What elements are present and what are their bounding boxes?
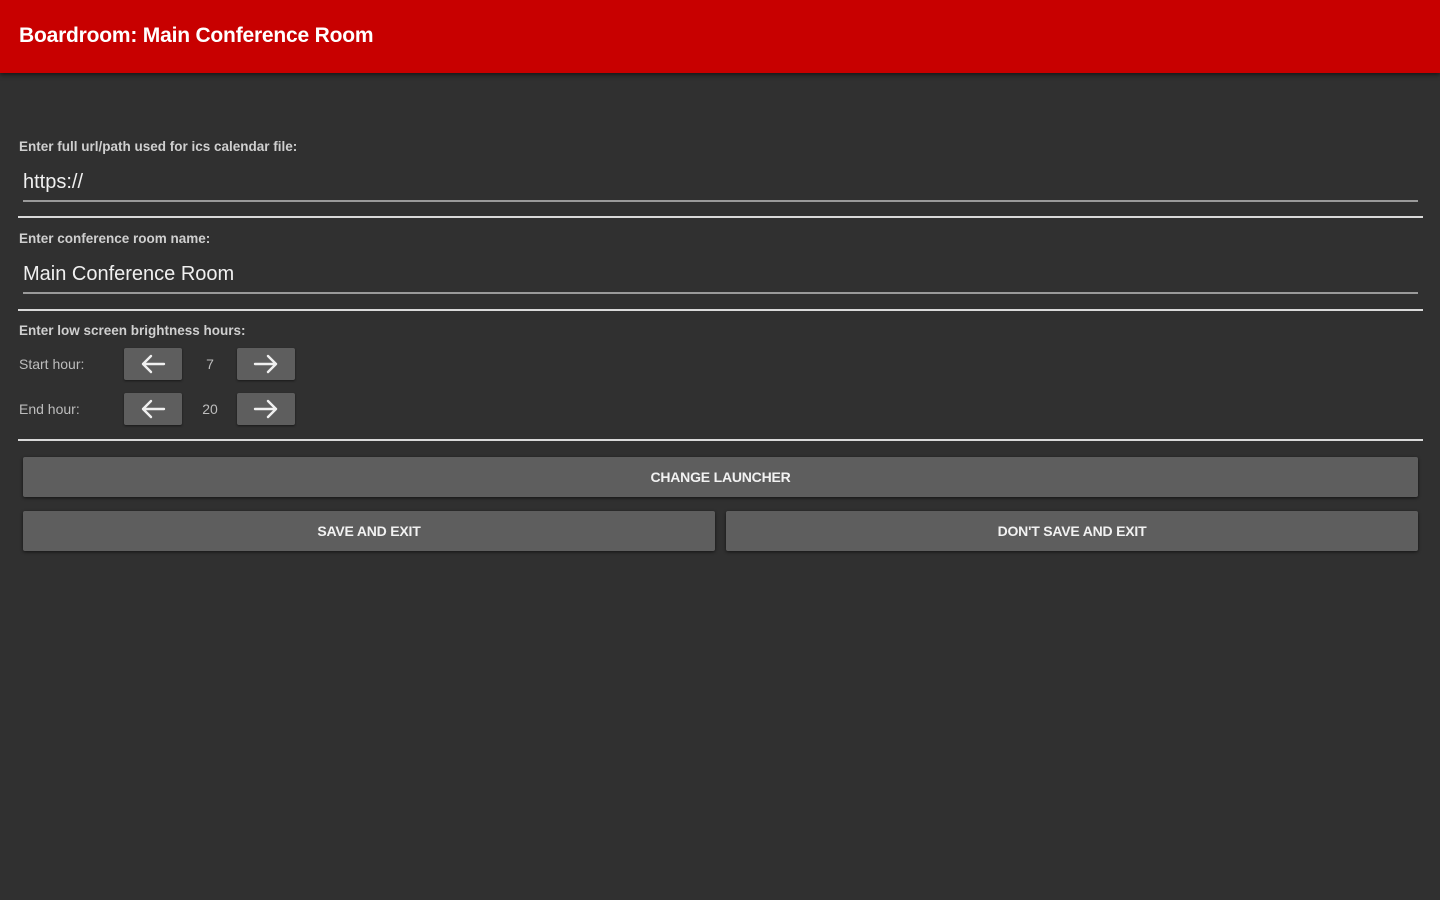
- start-hour-decrement-button[interactable]: [124, 348, 182, 380]
- divider: [18, 216, 1423, 218]
- brightness-label: Enter low screen brightness hours:: [19, 323, 246, 338]
- divider: [18, 439, 1423, 441]
- calendar-url-input[interactable]: [23, 166, 1418, 198]
- divider: [18, 309, 1423, 311]
- room-name-label: Enter conference room name:: [19, 231, 211, 246]
- end-hour-decrement-button[interactable]: [124, 393, 182, 425]
- dont-save-and-exit-button[interactable]: DON'T SAVE AND EXIT: [726, 511, 1418, 551]
- arrow-left-icon: [141, 399, 166, 419]
- room-name-field[interactable]: [23, 258, 1418, 294]
- save-and-exit-button[interactable]: SAVE AND EXIT: [23, 511, 715, 551]
- start-hour-value: 7: [206, 356, 214, 372]
- start-hour-increment-button[interactable]: [237, 348, 295, 380]
- calendar-url-field[interactable]: [23, 166, 1418, 202]
- room-name-input[interactable]: [23, 258, 1418, 290]
- change-launcher-button[interactable]: CHANGE LAUNCHER: [23, 457, 1418, 497]
- arrow-left-icon: [141, 354, 166, 374]
- end-hour-increment-button[interactable]: [237, 393, 295, 425]
- end-hour-label: End hour:: [19, 401, 80, 417]
- arrow-right-icon: [253, 354, 278, 374]
- calendar-url-label: Enter full url/path used for ics calenda…: [19, 139, 298, 154]
- end-hour-value: 20: [202, 401, 218, 417]
- arrow-right-icon: [253, 399, 278, 419]
- start-hour-label: Start hour:: [19, 356, 85, 372]
- app-title: Boardroom: Main Conference Room: [19, 24, 374, 47]
- app-bar: Boardroom: Main Conference Room: [0, 0, 1440, 73]
